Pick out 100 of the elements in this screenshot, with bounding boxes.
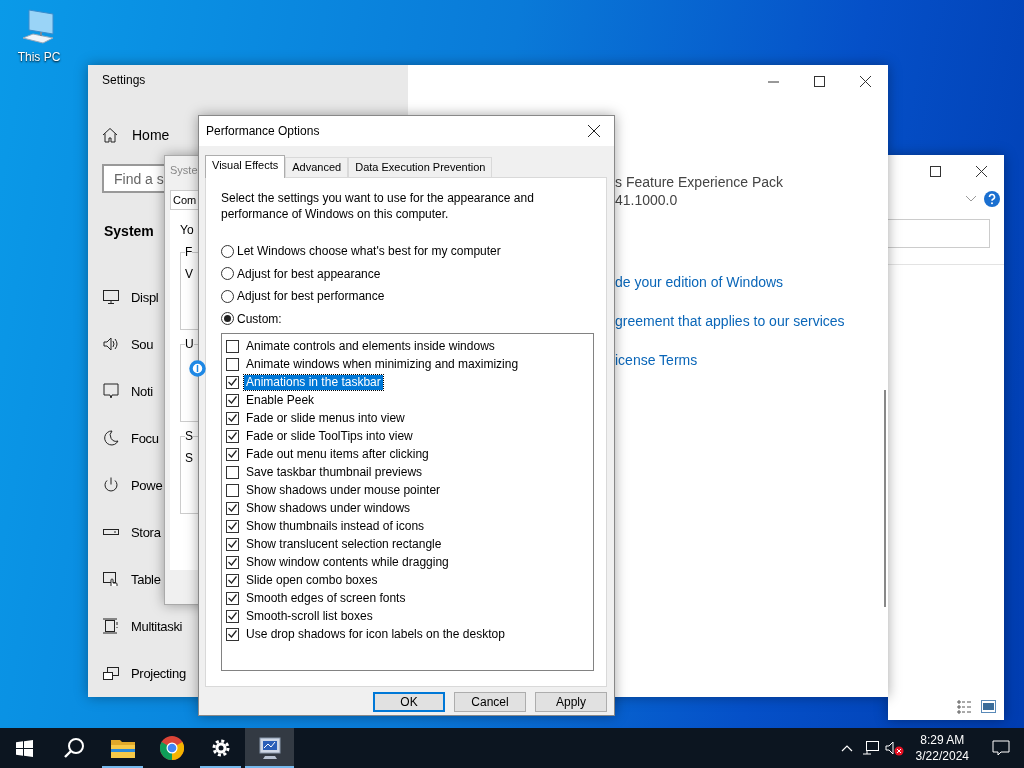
clock-time[interactable]: 8:29 AM	[920, 732, 965, 748]
checkbox[interactable]	[226, 501, 239, 515]
checkbox-label[interactable]: Show window contents while dragging	[244, 554, 451, 570]
nav-icon[interactable]	[102, 664, 120, 683]
checkbox[interactable]	[226, 591, 239, 605]
nav-item[interactable]: Powe	[131, 477, 163, 493]
chevron-down-icon[interactable]	[966, 196, 976, 202]
help-icon[interactable]	[984, 191, 1000, 207]
maximize-icon	[813, 75, 825, 87]
radio-button[interactable]	[221, 312, 234, 326]
checkbox-label[interactable]: Animate windows when minimizing and maximizing	[244, 356, 521, 372]
preview-view-icon[interactable]	[981, 700, 996, 713]
dialog-title: Performance Options	[206, 124, 320, 138]
nav-icon[interactable]	[102, 382, 120, 401]
group-label: U	[185, 337, 194, 351]
nav-item[interactable]: Sou	[131, 336, 154, 352]
checkbox[interactable]	[226, 465, 239, 479]
checkbox-label[interactable]: Animations in the taskbar	[244, 374, 383, 390]
radio-label[interactable]: Adjust for best performance	[237, 289, 385, 304]
nav-item[interactable]: Focu	[131, 430, 159, 446]
checkbox[interactable]	[226, 627, 239, 641]
windows-icon	[16, 739, 33, 757]
details-view-icon[interactable]	[957, 700, 973, 714]
maximize-icon	[929, 165, 941, 177]
radio-label[interactable]: Let Windows choose what's best for my computer	[237, 244, 501, 259]
dialog-button[interactable]: Cancel	[454, 692, 526, 712]
dialog-button[interactable]: OK	[373, 692, 445, 712]
nav-item[interactable]: Displ	[131, 289, 159, 305]
home-icon[interactable]	[102, 127, 118, 143]
checkbox[interactable]	[226, 375, 239, 389]
nav-item[interactable]: Projecting	[131, 666, 186, 681]
nav-icon[interactable]	[102, 429, 120, 448]
checkbox[interactable]	[226, 519, 239, 533]
nav-icon[interactable]	[102, 288, 120, 306]
radio-label[interactable]: Adjust for best appearance	[237, 266, 381, 281]
tab[interactable]: Visual Effects	[205, 155, 286, 178]
description-text: Select the settings you want to use for the appearance and performance of Windows on this computer.	[221, 190, 535, 222]
tab[interactable]: Data Execution Prevention	[348, 157, 493, 177]
group-text: V	[185, 267, 193, 281]
checkbox-label[interactable]: Enable Peek	[244, 392, 317, 408]
radio-button[interactable]	[221, 267, 234, 281]
checkbox-label[interactable]: Smooth edges of screen fonts	[244, 590, 408, 606]
checkbox[interactable]	[226, 555, 239, 569]
group-label: F	[185, 245, 193, 259]
checkbox[interactable]	[226, 411, 239, 425]
radio-label[interactable]: Custom:	[237, 311, 282, 326]
taskbar-button[interactable]	[245, 728, 294, 768]
clock-date[interactable]: 3/22/2024	[915, 748, 969, 764]
link[interactable]: greement that applies to our services	[615, 313, 845, 329]
checkbox-label[interactable]: Use drop shadows for icon labels on the desktop	[244, 626, 507, 642]
link[interactable]: icense Terms	[615, 352, 698, 368]
close-icon	[975, 165, 987, 177]
group-label: S	[185, 429, 193, 443]
checkbox-label[interactable]: Save taskbar thumbnail previews	[244, 464, 425, 480]
checkbox-label[interactable]: Show translucent selection rectangle	[244, 536, 444, 552]
checkbox[interactable]	[226, 357, 239, 371]
checkbox-label[interactable]: Fade or slide menus into view	[244, 410, 407, 426]
chrome-icon	[159, 736, 184, 760]
nav-item[interactable]: Stora	[131, 524, 161, 540]
window-title: Syste	[170, 164, 198, 176]
network-icon[interactable]	[861, 740, 880, 756]
checkbox[interactable]	[226, 609, 239, 623]
checkbox-label[interactable]: Show shadows under mouse pointer	[244, 482, 443, 498]
link[interactable]: de your edition of Windows	[615, 274, 784, 290]
checkbox-label[interactable]: Smooth-scroll list boxes	[244, 608, 375, 624]
nav-icon[interactable]	[102, 570, 120, 589]
checkbox-label[interactable]: Animate controls and elements inside windows	[244, 338, 497, 354]
scrollbar[interactable]	[884, 390, 886, 607]
chevron-up-icon[interactable]	[840, 744, 853, 752]
checkbox-label[interactable]: Show thumbnails instead of icons	[244, 518, 427, 534]
checkbox-label[interactable]: Show shadows under windows	[244, 500, 413, 516]
nav-item[interactable]: Home	[132, 127, 170, 143]
checkbox[interactable]	[226, 429, 239, 443]
search-icon	[62, 737, 85, 759]
nav-item[interactable]: Multitaski	[131, 618, 183, 634]
window-title: Settings	[102, 73, 147, 87]
nav-item[interactable]: Noti	[131, 383, 153, 399]
checkbox[interactable]	[226, 573, 239, 587]
checkbox[interactable]	[226, 483, 239, 497]
nav-item[interactable]: Table	[131, 571, 161, 587]
folder-icon	[110, 738, 135, 758]
nav-icon[interactable]	[102, 617, 120, 636]
checkbox-label[interactable]: Fade or slide ToolTips into view	[244, 428, 415, 444]
notification-icon[interactable]	[992, 740, 1010, 756]
radio-button[interactable]	[221, 244, 234, 258]
dialog-button[interactable]: Apply	[535, 692, 607, 712]
info-text: s Feature Experience Pack	[615, 173, 785, 191]
checkbox[interactable]	[226, 537, 239, 551]
checkbox[interactable]	[226, 447, 239, 461]
radio-button[interactable]	[221, 289, 234, 303]
checkbox[interactable]	[226, 339, 239, 353]
checkbox[interactable]	[226, 393, 239, 407]
monitor-icon	[256, 736, 283, 760]
checkbox-label[interactable]: Slide open combo boxes	[244, 572, 380, 588]
group-text: S	[185, 451, 193, 465]
intro-text: Yo	[180, 223, 194, 237]
volume-muted-icon[interactable]	[884, 740, 905, 756]
tab[interactable]: Advanced	[285, 157, 349, 177]
nav-icon[interactable]	[102, 476, 120, 495]
checkbox-label[interactable]: Fade out menu items after clicking	[244, 446, 431, 462]
